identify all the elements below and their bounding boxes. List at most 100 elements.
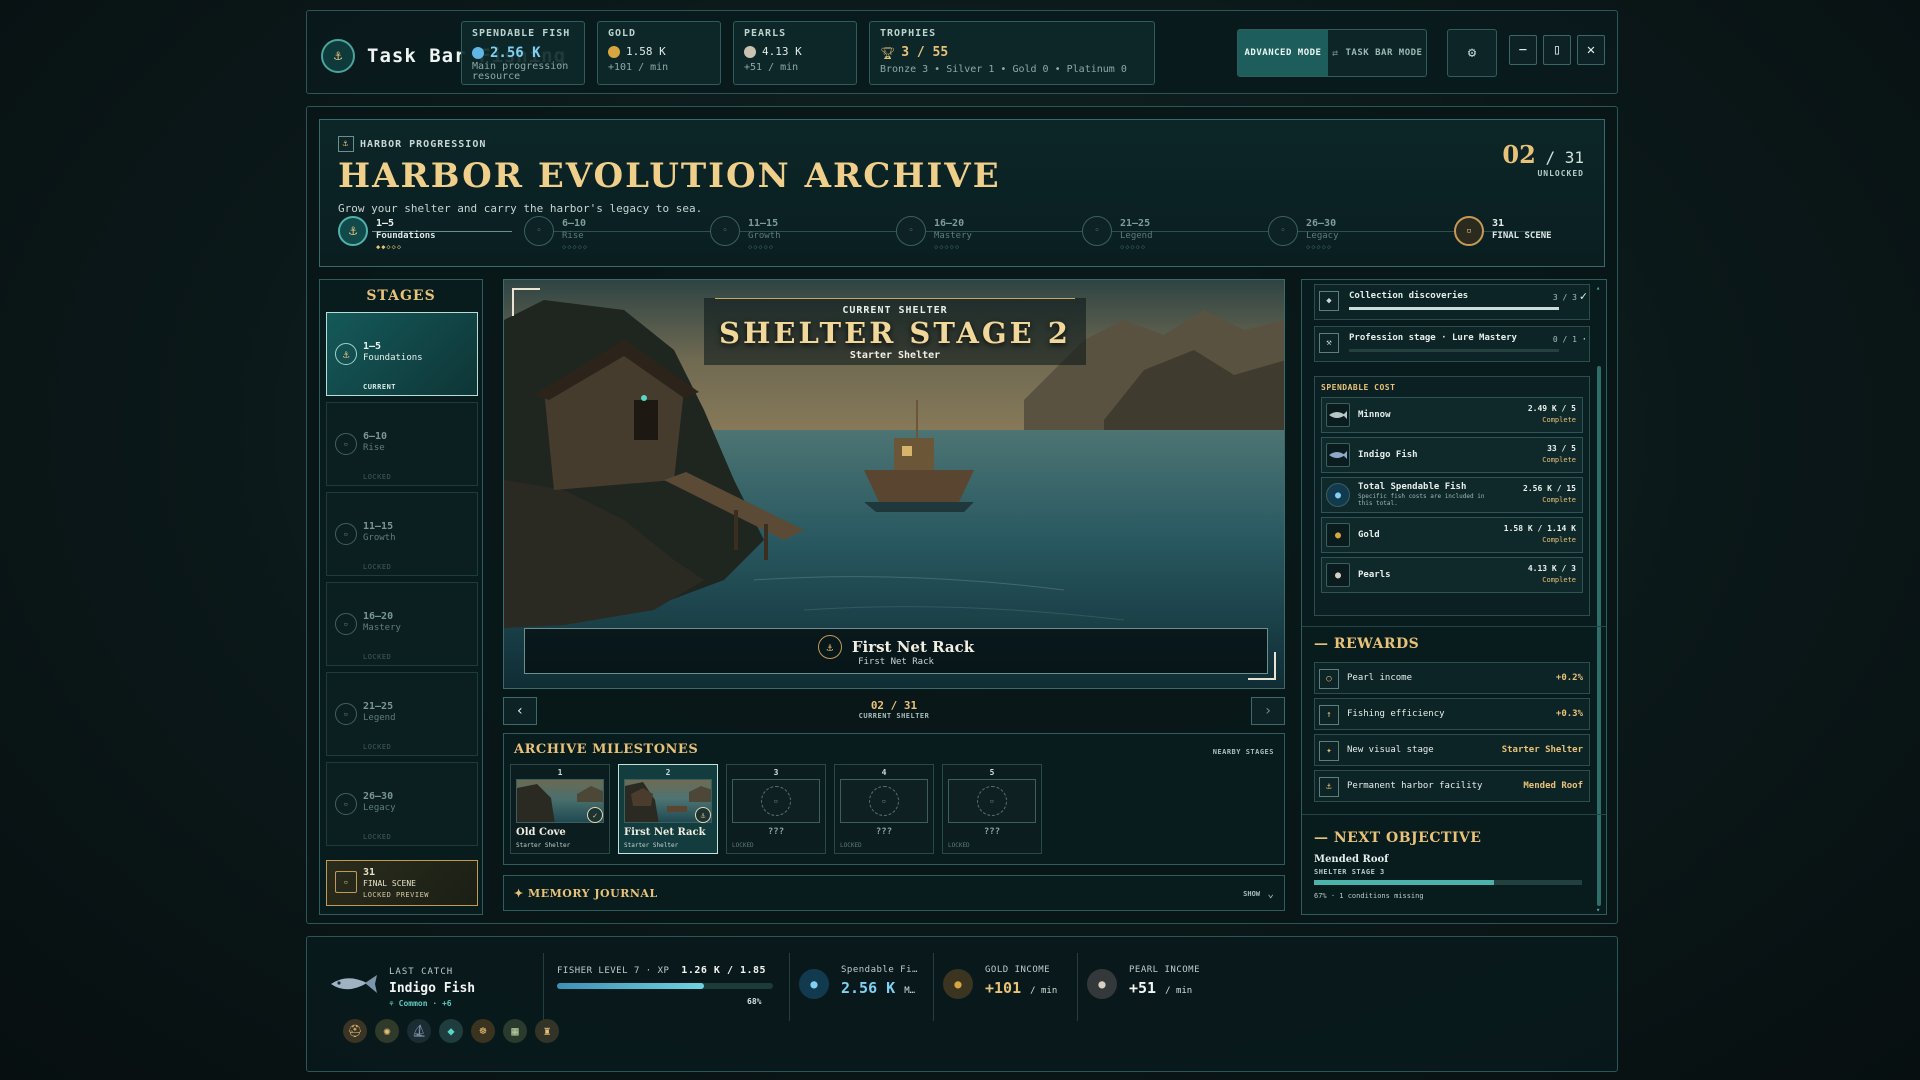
anchor-icon: ⚓ (1319, 777, 1339, 797)
progression-track: ⚓ 1–5 Foundations ◆◆◇◇◇ ◦ 6–10 Rise ◇◇◇◇◇ ◦ … (338, 216, 1588, 260)
stage-card-4[interactable]: ▫ 16–20 Mastery LOCKED (326, 582, 478, 666)
scene-header: CURRENT SHELTER SHELTER STAGE 2 Starter … (704, 298, 1086, 365)
scrollbar-thumb[interactable] (1597, 366, 1601, 906)
track-node-name: Mastery (934, 231, 972, 241)
track-node-3[interactable]: ◦ 11–15 Growth ◇◇◇◇◇ (710, 216, 781, 251)
collapse-icon: — (1314, 830, 1334, 846)
memory-journal[interactable]: ✦ MEMORY JOURNAL SHOW ⌄ (503, 875, 1285, 911)
milestone-stage: Starter Shelter (516, 842, 571, 849)
stage-card-1[interactable]: ⚓ 1–5 Foundations CURRENT (326, 312, 478, 396)
track-node-5[interactable]: ◦ 21–25 Legend ◇◇◇◇◇ (1082, 216, 1153, 251)
ship-wheel-icon[interactable]: ☸ (471, 1019, 495, 1043)
spendable-cost-title: SPENDABLE COST (1321, 383, 1396, 392)
track-node-2[interactable]: ◦ 6–10 Rise ◇◇◇◇◇ (524, 216, 588, 251)
track-node-dots: ◇◇◇◇◇ (748, 243, 775, 251)
details-scrollbar[interactable]: ▴ ▾ (1596, 284, 1602, 914)
last-catch-name: Indigo Fish (389, 981, 476, 996)
milestone-card-2[interactable]: 2 ⚓ First Net Rack Starter Shelter (618, 764, 718, 854)
stat-value-number: +101 (985, 979, 1022, 997)
gold-coin-icon (608, 45, 620, 58)
divider (789, 953, 790, 1021)
milestone-card-5[interactable]: 5 ▫ ??? LOCKED (942, 764, 1042, 854)
taskbar-mode-button[interactable]: TASK BAR MODE (1342, 30, 1426, 76)
close-button[interactable]: ✕ (1577, 35, 1605, 65)
resource-gold[interactable]: GOLD 1.58 K +101 / min (597, 21, 721, 85)
scene-kicker: CURRENT SHELTER (842, 305, 948, 316)
track-node-final[interactable]: ▫ 31 FINAL SCENE (1454, 216, 1552, 246)
diamond-icon: ◆ (1319, 291, 1339, 311)
requirement-bar (1349, 349, 1559, 352)
cost-value: 33 / 5 (1547, 444, 1576, 453)
requirement-value: 0 / 1 (1552, 335, 1577, 344)
track-node-name: Legacy (1306, 231, 1339, 241)
advanced-mode-button[interactable]: ADVANCED MODE (1238, 30, 1328, 76)
cost-row-indigo-fish: Indigo Fish 33 / 5 Complete (1321, 437, 1583, 473)
reward-value: +0.2% (1555, 673, 1583, 683)
milestone-name: First Net Rack (624, 827, 706, 838)
objective-name: Mended Roof (1314, 854, 1389, 865)
cost-value: 1.58 K / 1.14 K (1503, 524, 1576, 533)
lock-icon: ▫ (335, 433, 357, 455)
resource-trophies-label: TROPHIES (880, 28, 937, 39)
milestone-name: Old Cove (516, 827, 566, 838)
frame-corner (512, 288, 540, 316)
unlocked-label: UNLOCKED (1537, 169, 1584, 178)
prev-stage-button[interactable]: ‹ (503, 697, 537, 725)
shelter-scene: CURRENT SHELTER SHELTER STAGE 2 Starter … (503, 279, 1285, 689)
stage-status: LOCKED (363, 563, 392, 571)
cost-name: Minnow (1358, 410, 1391, 420)
map-icon[interactable]: ▦ (503, 1019, 527, 1043)
stage-status: CURRENT (363, 383, 397, 391)
indigo-fish-icon (1326, 443, 1350, 467)
settings-button[interactable]: ⚙ (1447, 29, 1497, 77)
stage-card-2[interactable]: ▫ 6–10 Rise LOCKED (326, 402, 478, 486)
milestone-name: ??? (767, 827, 785, 837)
reward-row: ↑ Fishing efficiency +0.3% (1314, 698, 1590, 730)
journal-show-button[interactable]: SHOW (1243, 890, 1260, 898)
stage-range: 1–5 (363, 341, 382, 352)
resource-pearls[interactable]: PEARLS 4.13 K +51 / min (733, 21, 857, 85)
resource-trophies[interactable]: TROPHIES 🏆︎ 3 / 55 Bronze 3 • Silver 1 • … (869, 21, 1155, 85)
chevron-left-icon: ‹ (515, 703, 525, 719)
compass-icon[interactable]: ✺ (375, 1019, 399, 1043)
boat-icon[interactable]: ⛵︎ (407, 1019, 431, 1043)
milestone-card-4[interactable]: 4 ▫ ??? LOCKED (834, 764, 934, 854)
stage-range: 31 (363, 867, 376, 878)
milestone-card-1[interactable]: 1 ✓ Old Cove Starter Shelter (510, 764, 610, 854)
milestone-thumbnail: ▫ (948, 779, 1036, 823)
track-node-name: Growth (748, 231, 781, 241)
lantern-icon[interactable]: ♜ (535, 1019, 559, 1043)
stage-name: FINAL SCENE (363, 879, 416, 888)
maximize-button[interactable]: ▯ (1543, 35, 1571, 65)
stage-card-5[interactable]: ▫ 21–25 Legend LOCKED (326, 672, 478, 756)
track-node-4[interactable]: ◦ 16–20 Mastery ◇◇◇◇◇ (896, 216, 972, 251)
stage-card-6[interactable]: ▫ 26–30 Legacy LOCKED (326, 762, 478, 846)
track-node-1[interactable]: ⚓ 1–5 Foundations ◆◆◇◇◇ (338, 216, 436, 251)
unlocked-count: 02 (1502, 140, 1536, 169)
stage-card-3[interactable]: ▫ 11–15 Growth LOCKED (326, 492, 478, 576)
lock-icon: ▫ (869, 786, 899, 816)
scene-caption-title: First Net Rack (851, 638, 975, 656)
stage-name: Mastery (363, 623, 401, 633)
page-title: HARBOR EVOLUTION ARCHIVE (338, 156, 1001, 196)
track-node-6[interactable]: ◦ 26–30 Legacy ◇◇◇◇◇ (1268, 216, 1339, 251)
next-objective-title: — NEXT OBJECTIVE (1314, 830, 1481, 846)
stage-name: Legend (363, 713, 396, 723)
minimize-button[interactable]: − (1509, 35, 1537, 65)
milestone-thumbnail: ▫ (840, 779, 928, 823)
last-catch-label: LAST CATCH (389, 967, 454, 977)
track-node-range: 1–5 (376, 218, 395, 229)
main-panel: ⚓ HARBOR PROGRESSION HARBOR EVOLUTION AR… (306, 106, 1618, 924)
stage-card-final[interactable]: ▫ 31 FINAL SCENE LOCKED PREVIEW (326, 860, 478, 906)
gem-icon[interactable]: ◆ (439, 1019, 463, 1043)
stat-value: +101 / min (985, 979, 1057, 997)
lock-icon: ◦ (896, 216, 926, 246)
rod-icon: ↑ (1319, 705, 1339, 725)
milestone-card-3[interactable]: 3 ▫ ??? LOCKED (726, 764, 826, 854)
helmet-icon[interactable]: ⛑︎ (343, 1019, 367, 1043)
stat-value: +51 / min (1129, 979, 1192, 997)
next-stage-button[interactable]: › (1251, 697, 1285, 725)
resource-fish[interactable]: SPENDABLE FISH 2.56 K Main progression r… (461, 21, 585, 85)
reward-name: Pearl income (1347, 673, 1413, 683)
track-node-dots: ◇◇◇◇◇ (934, 243, 961, 251)
